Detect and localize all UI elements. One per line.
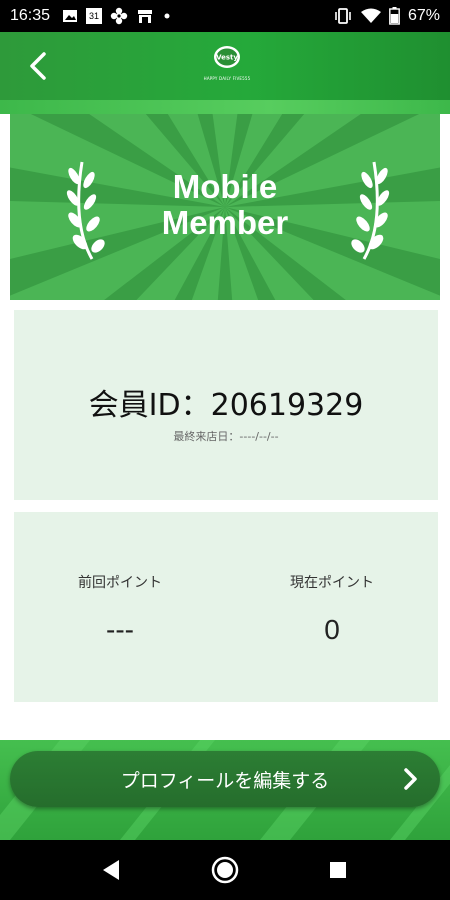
banner-title-line1: Mobile — [172, 168, 278, 205]
last-visit-date: 最終来店日：----/--/-- — [173, 430, 279, 443]
previous-points: 前回ポイント --- — [14, 572, 226, 646]
nav-home-button[interactable] — [209, 854, 241, 886]
banner-title: Mobile Member — [10, 169, 440, 241]
store-icon — [138, 10, 153, 23]
settings-flower-icon — [110, 7, 128, 25]
member-id-card: 会員ID：20619329 最終来店日：----/--/-- — [14, 310, 438, 500]
vesty-logo-icon: Vesty — [214, 46, 240, 68]
svg-text:Vesty: Vesty — [216, 54, 238, 62]
edit-profile-label: プロフィールを編集する — [120, 769, 330, 792]
edit-profile-button[interactable]: プロフィールを編集する — [10, 751, 440, 807]
calendar-icon: 31 — [86, 8, 103, 24]
mobile-member-banner: Mobile Member — [10, 114, 440, 300]
vibrate-icon — [335, 8, 351, 24]
points-card: 前回ポイント --- 現在ポイント 0 — [14, 512, 438, 702]
image-icon — [63, 10, 78, 22]
member-id: 会員ID：20619329 — [88, 388, 364, 423]
header-accent-strip — [0, 100, 450, 114]
current-points-label: 現在ポイント — [290, 575, 374, 591]
status-bar: 16:35 31 67% — [0, 0, 450, 32]
notification-icons: 31 — [62, 7, 172, 25]
footer-bar: プロフィールを編集する — [0, 740, 450, 840]
chevron-right-icon — [404, 768, 417, 790]
previous-points-value: --- — [106, 614, 134, 645]
current-points-value: 0 — [324, 614, 340, 645]
battery-percent: 67% — [407, 7, 440, 24]
battery-icon — [389, 7, 400, 25]
chevron-left-icon — [30, 52, 46, 80]
square-recents-icon — [330, 862, 346, 878]
app-header: Vesty HAPPY DAILY FIVE555 — [0, 32, 450, 100]
current-points: 現在ポイント 0 — [226, 572, 438, 646]
previous-points-label: 前回ポイント — [78, 575, 162, 591]
dot-icon — [164, 13, 170, 19]
nav-recents-button[interactable] — [322, 854, 354, 886]
system-nav-bar — [0, 840, 450, 900]
logo-subtext: HAPPY DAILY FIVE555 — [203, 76, 251, 81]
status-time: 16:35 — [10, 7, 51, 24]
triangle-back-icon — [103, 860, 119, 880]
app-logo: Vesty HAPPY DAILY FIVE555 — [203, 42, 251, 90]
circle-home-icon — [211, 856, 239, 884]
back-button[interactable] — [18, 46, 58, 86]
nav-back-button[interactable] — [95, 854, 127, 886]
wifi-icon — [360, 8, 381, 23]
banner-title-line2: Member — [161, 204, 289, 241]
